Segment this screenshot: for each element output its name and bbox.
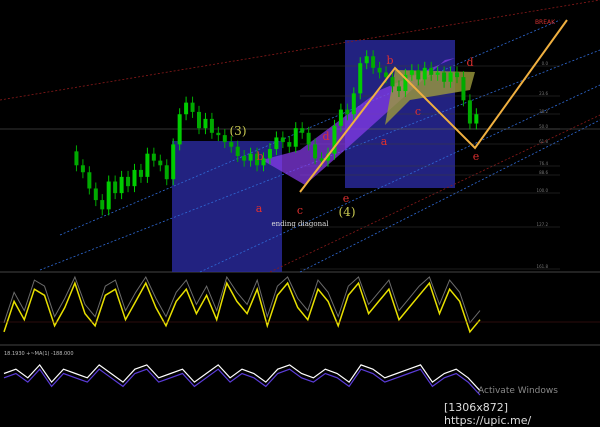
candle-body [106,181,111,210]
ending-diagonal-label: ending diagonal [271,220,329,228]
candle-body [113,181,118,194]
candle-body [351,93,356,115]
wave-label: d [322,130,329,143]
candle-body [274,137,279,150]
candle-body [358,63,363,94]
fib-label: 0.0 [542,61,549,66]
candle-body [377,67,382,73]
chart-canvas: 0.0 23.6 38.2 50.0 61.8 76.4 88.6 100.0 127.2 161… [0,0,600,396]
wave-label: b [256,150,263,163]
candle-body [267,149,272,159]
wave-label: a [256,202,263,215]
candle-body [319,158,324,161]
candle-body [313,144,318,159]
wave-label: (3) [230,124,247,138]
candle-body [151,153,156,161]
candle-body [242,156,247,161]
candle-body [126,176,131,187]
candle-body [429,67,434,75]
image-credit: [1306x872] https://upic.me/ [440,401,600,427]
candle-body [287,142,292,147]
candle-body [248,153,253,161]
wave-label: e [343,192,350,205]
candle-body [371,56,376,68]
candle-body [145,153,150,177]
candle-body [345,109,350,115]
wave-label: c [297,204,303,217]
candle-body [138,169,143,177]
candle-body [300,128,305,133]
fib-label: 76.4 [539,161,548,166]
candle-body [164,165,169,180]
wave-label: (4) [339,205,356,219]
candle-body [74,151,79,166]
wave-label: d [466,56,473,69]
oscillator-2-label: 18.1930 +~MA(1) -188.000 [4,351,74,357]
candle-body [229,142,234,147]
candle-body [197,111,201,129]
fib-label: 38.2 [539,109,548,114]
candle-body [306,132,311,145]
candle-body [100,200,105,210]
candle-body [80,165,85,173]
candle-body [422,67,427,80]
candle-body [280,137,285,143]
wave-label: a [381,135,388,148]
candle-body [93,188,98,201]
candle-body [390,77,395,87]
candle-body [171,144,176,180]
candle-body [119,176,124,194]
fib-label: 61.8 [539,139,548,144]
candle-body [461,77,466,101]
candle-body [293,128,298,147]
candle-body [235,146,240,156]
candle-body [364,56,369,64]
wave-label: c [415,105,421,118]
candle-body [203,118,208,129]
candle-body [177,114,182,145]
candle-body [416,70,421,80]
candle-body [184,102,189,115]
fib-label: 88.6 [539,170,548,175]
fib-label: 100.0 [537,188,549,193]
activate-windows-watermark: Activate Windows [478,386,558,396]
candle-body [448,72,453,82]
channel-line [59,19,561,236]
candle-body [455,72,459,78]
candle-body [442,72,447,82]
candle-body [474,114,479,124]
candle-body [396,86,401,92]
oscillator-1-line [3,280,481,334]
break-tag: BREAK [535,19,556,26]
candle-body [222,135,227,143]
fib-label: 127.2 [537,222,549,227]
candle-body [87,172,92,189]
candle-body [409,70,414,75]
fib-label: 161.8 [537,264,549,269]
wave-label: e [473,150,480,163]
candle-body [467,100,472,124]
candle-body [190,102,195,112]
candle-body [209,118,214,133]
candle-body [132,169,137,187]
candle-body [435,72,440,75]
candle-body [158,160,163,166]
fib-label: 50.0 [539,124,548,129]
candle-body [338,109,343,126]
wave-label: b [386,54,393,67]
candle-body [216,132,221,136]
fib-label: 23.6 [539,91,548,96]
